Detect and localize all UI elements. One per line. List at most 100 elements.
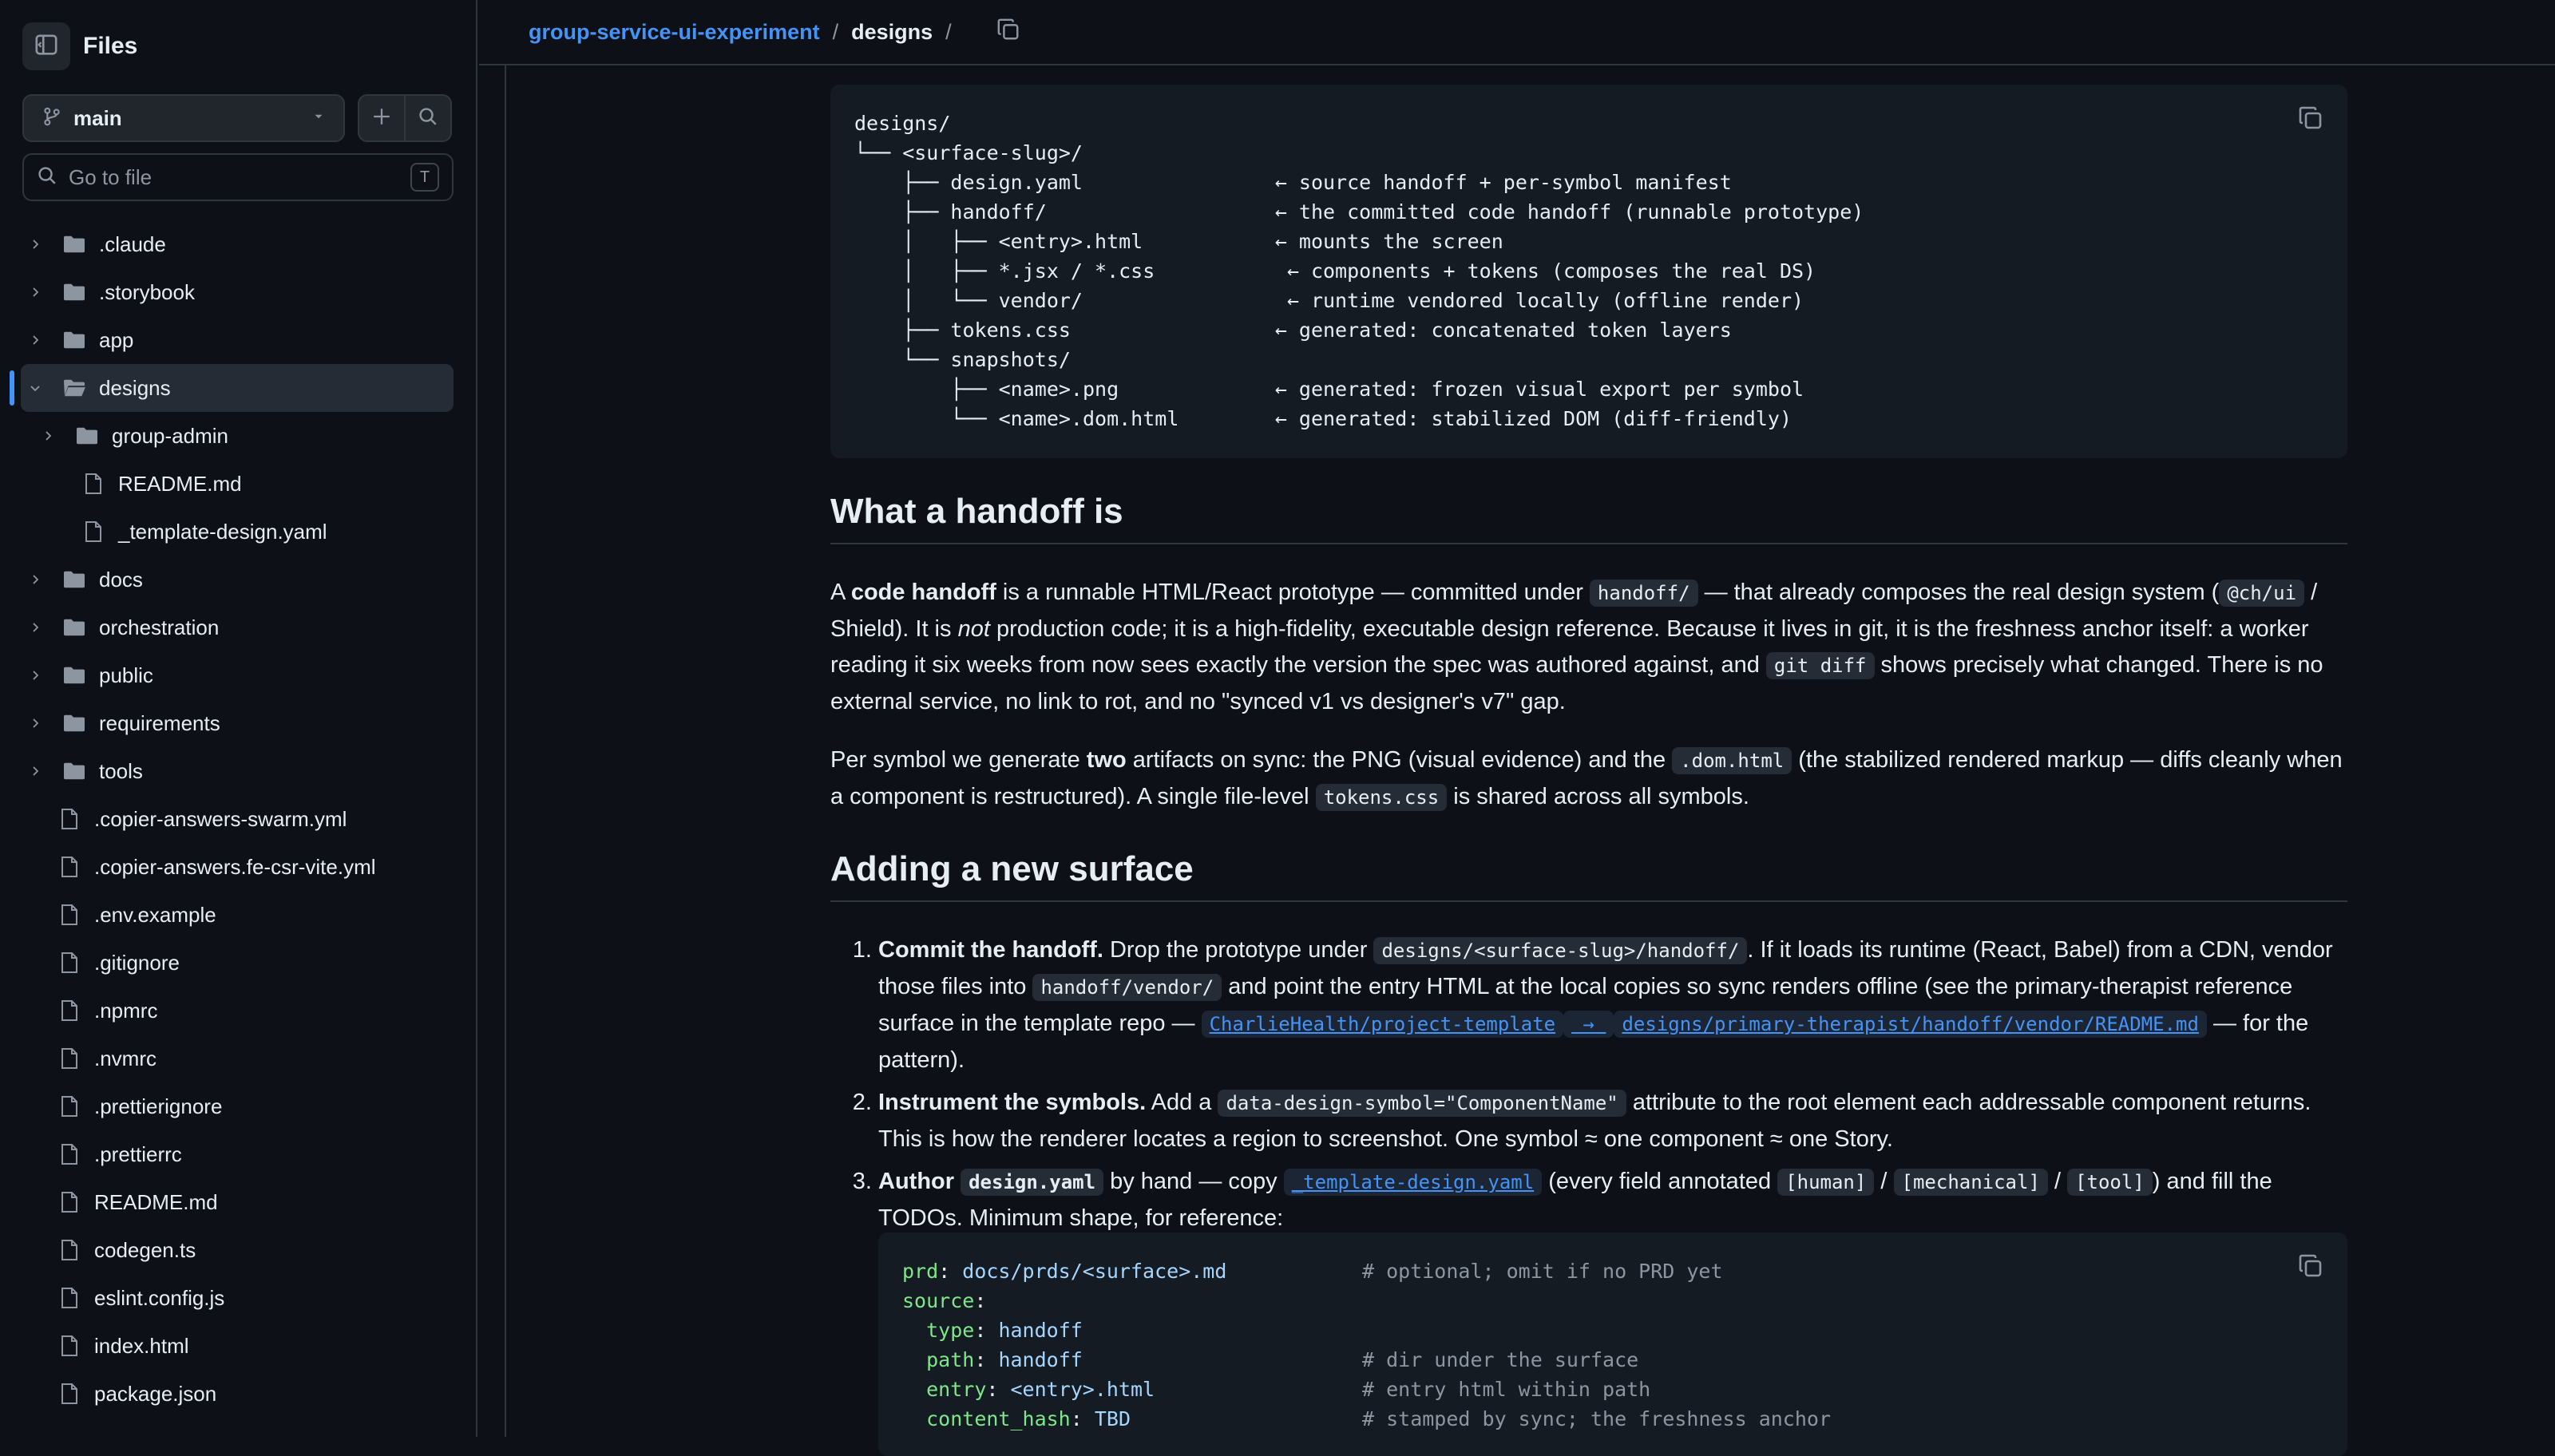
copy-path-button[interactable] (996, 18, 1020, 47)
tree-item-label: app (99, 327, 134, 352)
tree-folder-item[interactable]: app (0, 316, 476, 364)
section-heading-new-surface: Adding a new surface (830, 849, 2347, 902)
breadcrumb-repo-link[interactable]: group-service-ui-experiment (529, 20, 820, 45)
tree-item-label: public (99, 663, 153, 687)
yaml-line: path: handoff # dir under the surface (902, 1345, 2323, 1375)
text: is shared across all symbols. (1447, 784, 1749, 809)
tree-item-label: .npmrc (94, 998, 158, 1023)
inline-code: git diff (1765, 652, 1875, 679)
text: — that already composes the real design … (1697, 580, 2220, 605)
tree-file-item[interactable]: eslint.config.js (0, 1274, 476, 1322)
list-item: Instrument the symbols. Add a data-desig… (878, 1085, 2347, 1157)
tree-folder-item[interactable]: orchestration (0, 603, 476, 651)
yaml-indent (902, 1407, 926, 1430)
tree-folder-item[interactable]: .storybook (0, 268, 476, 316)
inline-code: data-design-symbol="ComponentName" (1218, 1090, 1626, 1117)
yaml-key: path (926, 1348, 975, 1371)
add-file-button[interactable] (358, 94, 406, 142)
list-item: Commit the handoff. Drop the prototype u… (878, 932, 2347, 1078)
tree-file-item[interactable]: .copier-answers.fe-csr-vite.yml (0, 843, 476, 891)
chevron-right-icon (27, 286, 43, 299)
directory-tree-codeblock: designs/ └── <surface-slug>/ ├── design.… (830, 85, 2347, 458)
chevron-right-icon (27, 765, 43, 777)
tree-file-item[interactable]: .npmrc (0, 987, 476, 1035)
sidebar-toggle-icon (34, 33, 58, 61)
inline-code: [tool] (2067, 1169, 2153, 1196)
text: Per symbol we generate (830, 747, 1087, 773)
git-branch-icon (42, 106, 62, 131)
tree-item-label: README.md (118, 471, 242, 496)
yaml-key: type (926, 1319, 975, 1342)
repo-link[interactable]: CharlieHealth/project-template (1201, 1011, 1564, 1038)
inline-code: [human] (1777, 1169, 1875, 1196)
yaml-key: source (902, 1289, 975, 1312)
vendor-readme-link[interactable]: designs/primary-therapist/handoff/vendor… (1614, 1011, 2207, 1038)
text: / (1874, 1169, 1894, 1194)
tree-item-label: .copier-answers-swarm.yml (94, 806, 347, 831)
chevron-right-icon (27, 717, 43, 730)
folder-icon (61, 761, 88, 781)
yaml-code: prd: docs/prds/<surface>.md # optional; o… (902, 1256, 2323, 1434)
inline-code: tokens.css (1315, 784, 1448, 811)
tree-file-item[interactable]: .prettierignore (0, 1082, 476, 1130)
text: / (2047, 1169, 2068, 1194)
tree-folder-item[interactable]: tools (0, 747, 476, 795)
tree-item-label: orchestration (99, 615, 220, 639)
file-icon (80, 520, 107, 543)
tree-folder-item[interactable]: .claude (0, 220, 476, 268)
tree-file-item[interactable]: .copier-answers-swarm.yml (0, 795, 476, 843)
handoff-paragraph-2: Per symbol we generate two artifacts on … (830, 742, 2347, 816)
yaml-indent (902, 1319, 926, 1342)
text: A (830, 580, 851, 605)
yaml-key: prd (902, 1260, 939, 1283)
list-item: Author design.yaml by hand — copy _templ… (878, 1164, 2347, 1236)
chevron-right-icon (27, 621, 43, 634)
yaml-line: type: handoff (902, 1316, 2323, 1345)
yaml-comment: # optional; omit if no PRD yet (1362, 1260, 1723, 1283)
tree-file-item[interactable]: codegen.ts (0, 1226, 476, 1274)
go-to-file-input[interactable]: Go to file T (22, 153, 454, 201)
tree-file-item[interactable]: .gitignore (0, 939, 476, 987)
bold-text: Author (878, 1169, 961, 1194)
tree-folder-item[interactable]: public (0, 651, 476, 699)
copy-code-button[interactable] (2298, 1253, 2323, 1283)
search-files-button[interactable] (404, 94, 452, 142)
readme-viewer: group-service-ui-experiment / designs / … (479, 0, 2555, 1456)
inline-code: design.yaml (961, 1169, 1104, 1196)
template-design-link[interactable]: _template-design.yaml (1283, 1169, 1543, 1196)
tree-folder-item[interactable]: requirements (0, 699, 476, 747)
tree-item-label: package.json (94, 1381, 217, 1406)
breadcrumb-current: designs (851, 19, 933, 44)
inline-code: @ch/ui (2219, 580, 2305, 607)
yaml-value: handoff (998, 1348, 1083, 1371)
file-icon (56, 1095, 83, 1118)
tree-file-item[interactable]: .env.example (0, 891, 476, 939)
folder-open-icon (61, 378, 88, 398)
yaml-line: prd: docs/prds/<surface>.md # optional; o… (902, 1256, 2323, 1286)
tree-file-item[interactable]: .prettierrc (0, 1130, 476, 1178)
branch-selector[interactable]: main (22, 94, 345, 142)
tree-folder-item[interactable]: designs (10, 364, 454, 412)
yaml-key: entry (926, 1378, 987, 1401)
tree-file-item[interactable]: package.json (0, 1370, 476, 1418)
tree-item-label: eslint.config.js (94, 1285, 225, 1310)
text: Add a (1146, 1090, 1218, 1115)
collapse-sidebar-button[interactable] (22, 22, 70, 70)
copy-code-button[interactable] (2298, 105, 2323, 135)
tree-file-item[interactable]: _template-design.yaml (0, 508, 476, 556)
link-arrow[interactable]: → (1563, 1011, 1614, 1038)
chevron-down-icon (27, 382, 43, 394)
tree-file-item[interactable]: README.md (0, 460, 476, 508)
tree-item-label: .prettierrc (94, 1141, 182, 1166)
inline-code: .dom.html (1672, 747, 1792, 774)
text: is a runnable HTML/React prototype — com… (996, 580, 1590, 605)
tree-folder-item[interactable]: group-admin (0, 412, 476, 460)
file-icon (56, 1143, 83, 1165)
tree-folder-item[interactable]: docs (0, 556, 476, 603)
tree-file-item[interactable]: .nvmrc (0, 1035, 476, 1082)
tree-file-item[interactable]: README.md (0, 1178, 476, 1226)
tree-file-item[interactable]: index.html (0, 1322, 476, 1370)
tree-item-label: .env.example (94, 902, 216, 927)
tree-item-label: _template-design.yaml (118, 519, 327, 544)
file-tree: .claude .storybook app designs group-admin RE… (0, 220, 476, 1418)
